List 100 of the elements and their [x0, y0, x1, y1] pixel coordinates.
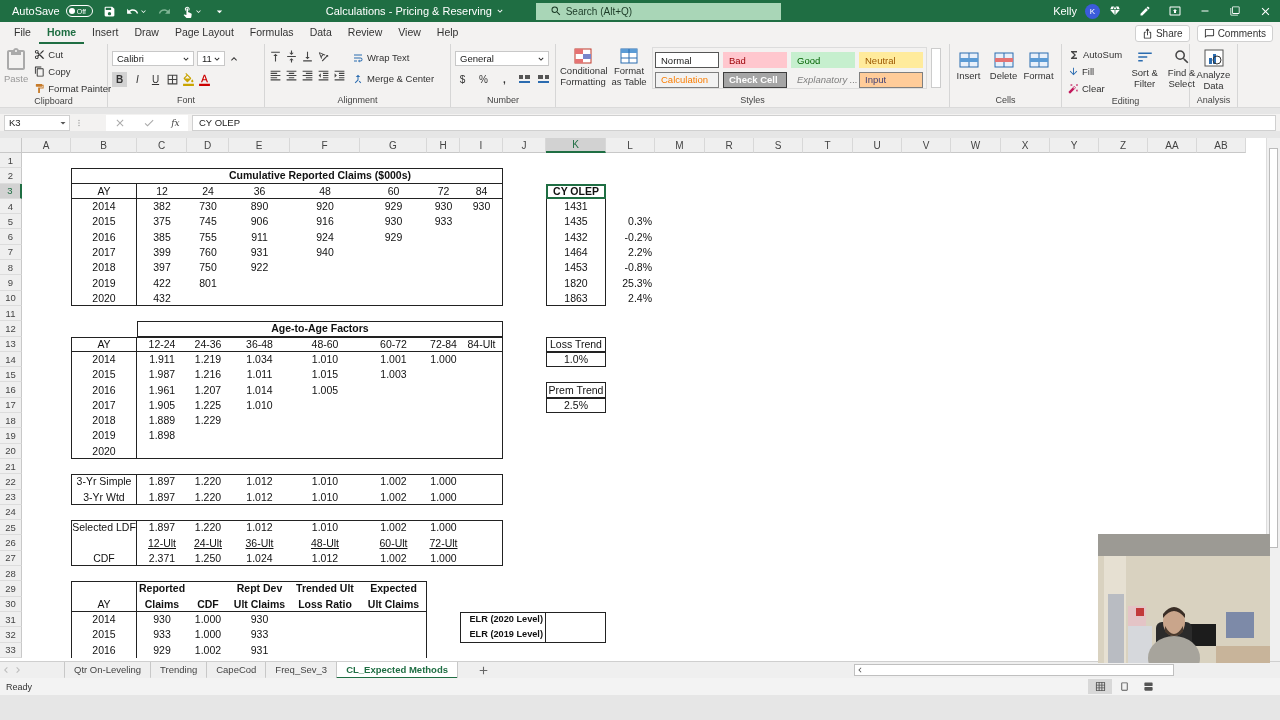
normal-view-button[interactable] — [1088, 679, 1112, 694]
column-header[interactable]: T — [803, 138, 853, 153]
row-header[interactable]: 22 — [0, 474, 22, 490]
menu-tab[interactable]: File — [6, 22, 39, 44]
vertical-scrollbar[interactable] — [1266, 138, 1280, 661]
menu-tab[interactable]: Data — [301, 22, 340, 44]
comma-button[interactable]: , — [497, 72, 512, 87]
wrap-text-button[interactable]: Wrap Text — [350, 50, 437, 65]
underline-button[interactable]: U — [148, 72, 163, 87]
row-header[interactable]: 9 — [0, 275, 22, 291]
row-header[interactable]: 12 — [0, 321, 22, 337]
decimal-increase-icon[interactable] — [518, 74, 531, 85]
column-header[interactable]: C — [137, 138, 187, 153]
column-header[interactable]: A — [22, 138, 71, 153]
font-color-icon[interactable] — [198, 73, 211, 86]
column-header[interactable]: Z — [1099, 138, 1148, 153]
menu-tab[interactable]: Review — [339, 22, 391, 44]
sheet-tab[interactable]: CL_Expected Methods — [336, 661, 457, 679]
format-painter-button[interactable]: Format Painter — [32, 81, 114, 96]
column-header[interactable]: U — [853, 138, 902, 153]
column-header[interactable]: D — [187, 138, 229, 153]
align-center-icon[interactable] — [285, 69, 298, 82]
indent-increase-icon[interactable] — [333, 69, 346, 82]
name-box[interactable]: K3 — [4, 114, 70, 131]
sort-filter-button[interactable]: Sort & Filter — [1128, 47, 1162, 96]
row-header[interactable]: 28 — [0, 566, 22, 582]
font-size-field[interactable]: 11 — [197, 51, 225, 66]
avatar[interactable]: K — [1085, 3, 1100, 19]
row-header[interactable]: 29 — [0, 581, 22, 597]
analyze-data-button[interactable]: Analyze Data — [1194, 47, 1233, 95]
row-header[interactable]: 5 — [0, 214, 22, 230]
cell-style[interactable]: Input — [859, 71, 923, 88]
row-header[interactable]: 32 — [0, 627, 22, 643]
font-field[interactable]: Calibri — [112, 51, 194, 66]
row-header[interactable]: 6 — [0, 229, 22, 245]
menu-tab[interactable]: Help — [428, 22, 467, 44]
align-middle-icon[interactable] — [285, 50, 298, 63]
menu-tab[interactable]: Draw — [126, 22, 167, 44]
column-header[interactable]: X — [1001, 138, 1050, 153]
horizontal-scrollbar[interactable] — [854, 664, 1174, 676]
column-header[interactable]: AB — [1197, 138, 1246, 153]
row-header[interactable]: 1 — [0, 153, 22, 169]
row-header[interactable]: 2 — [0, 168, 22, 184]
row-header[interactable]: 26 — [0, 535, 22, 551]
italic-button[interactable]: I — [130, 72, 145, 87]
column-header[interactable]: AA — [1148, 138, 1197, 153]
row-header[interactable]: 16 — [0, 382, 22, 398]
column-header[interactable]: J — [503, 138, 546, 153]
percent-button[interactable]: % — [476, 72, 491, 87]
row-header[interactable]: 19 — [0, 428, 22, 444]
decimal-decrease-icon[interactable] — [537, 74, 550, 85]
currency-button[interactable]: $ — [455, 72, 470, 87]
copy-button[interactable]: Copy — [32, 64, 114, 79]
column-header[interactable]: L — [606, 138, 655, 153]
column-header[interactable]: F — [290, 138, 360, 153]
cell-style[interactable]: Bad — [723, 52, 787, 68]
column-header[interactable]: Y — [1050, 138, 1099, 153]
comments-button[interactable]: Comments — [1196, 24, 1273, 42]
align-left-icon[interactable] — [269, 69, 282, 82]
format-as-table-button[interactable]: Format as Table — [610, 47, 648, 95]
column-header[interactable]: K — [546, 138, 606, 153]
column-header[interactable]: W — [951, 138, 1001, 153]
bold-button[interactable]: B — [112, 72, 127, 87]
column-header[interactable]: E — [229, 138, 290, 153]
column-header[interactable]: S — [754, 138, 803, 153]
column-header[interactable]: V — [902, 138, 951, 153]
column-header[interactable]: R — [705, 138, 754, 153]
row-header[interactable]: 25 — [0, 520, 22, 536]
align-bottom-icon[interactable] — [301, 50, 314, 63]
number-format-field[interactable]: General — [455, 51, 549, 66]
borders-icon[interactable] — [166, 73, 179, 86]
column-header[interactable]: B — [71, 138, 137, 153]
merge-center-button[interactable]: Merge & Center — [350, 71, 437, 86]
fill-color-icon[interactable] — [182, 73, 195, 86]
search-field[interactable]: Search (Alt+Q) — [535, 2, 781, 20]
indent-decrease-icon[interactable] — [317, 69, 330, 82]
conditional-formatting-button[interactable]: Conditional Formatting — [560, 47, 606, 95]
row-header[interactable]: 8 — [0, 260, 22, 276]
row-header[interactable]: 18 — [0, 413, 22, 429]
cells-button[interactable]: Delete — [989, 50, 1018, 95]
orientation-icon[interactable] — [317, 50, 330, 63]
autosum-button[interactable]: AutoSum — [1066, 47, 1125, 62]
cells-button[interactable]: Insert — [954, 50, 983, 95]
cell-style[interactable]: Normal — [655, 52, 719, 68]
row-header[interactable]: 15 — [0, 367, 22, 383]
menu-tab[interactable]: Formulas — [241, 22, 302, 44]
menu-tab[interactable]: View — [390, 22, 429, 44]
share-button[interactable]: Share — [1134, 24, 1190, 42]
column-header[interactable]: I — [460, 138, 503, 153]
column-header[interactable]: M — [655, 138, 705, 153]
align-right-icon[interactable] — [301, 69, 314, 82]
fill-button[interactable]: Fill — [1066, 64, 1125, 79]
cells-button[interactable]: Format — [1024, 50, 1053, 95]
cell-style[interactable]: Good — [791, 52, 855, 68]
column-header[interactable]: H — [427, 138, 460, 153]
clear-button[interactable]: Clear — [1066, 81, 1125, 96]
selected-cell[interactable]: CY OLEP — [546, 183, 606, 199]
menu-tab[interactable]: Insert — [84, 22, 127, 44]
formula-field[interactable]: CY OLEP — [192, 114, 1276, 131]
insert-function-button[interactable]: fx — [171, 117, 180, 128]
